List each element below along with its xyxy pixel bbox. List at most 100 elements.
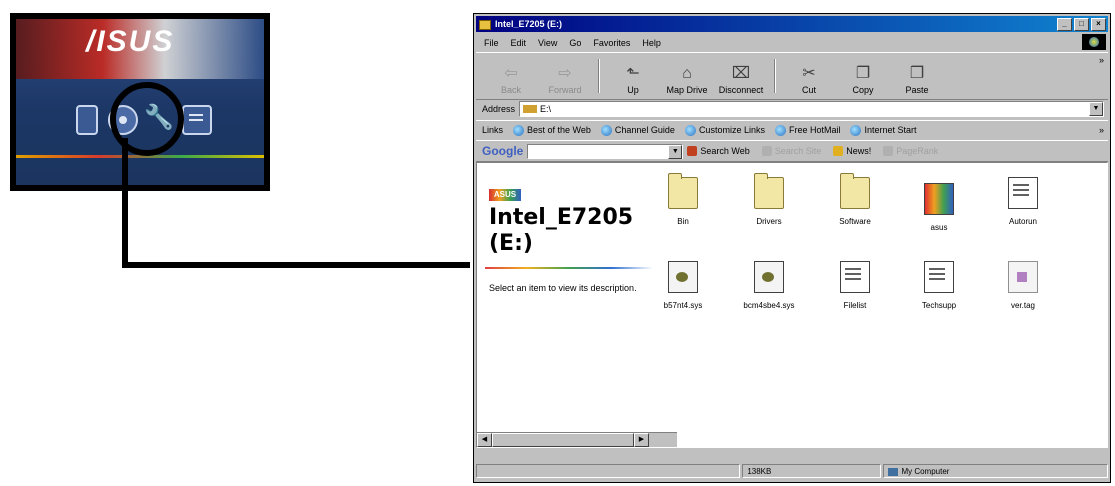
sys-icon bbox=[754, 261, 784, 293]
paste-button[interactable]: ❒ Paste bbox=[890, 53, 944, 99]
horizontal-scrollbar[interactable]: ◀ ▶ bbox=[477, 432, 677, 447]
link-free-hotmail[interactable]: Free HotMail bbox=[774, 124, 841, 136]
pagerank-button[interactable]: PageRank bbox=[883, 146, 938, 156]
title-bar[interactable]: Intel_E7205 (E:) _ □ × bbox=[476, 16, 1108, 32]
ie-page-icon bbox=[600, 124, 612, 136]
address-value: E:\ bbox=[540, 104, 552, 114]
pagerank-icon bbox=[883, 146, 894, 156]
folder-icon bbox=[668, 173, 698, 209]
back-arrow-icon: ⇦ bbox=[504, 65, 518, 82]
menu-favorites[interactable]: Favorites bbox=[593, 38, 630, 48]
title-divider bbox=[485, 267, 653, 269]
links-overflow-icon[interactable]: » bbox=[1099, 125, 1104, 135]
pagerank-label: PageRank bbox=[896, 146, 939, 156]
folder-icon bbox=[840, 173, 870, 209]
file-name: Drivers bbox=[756, 217, 782, 226]
file-item[interactable]: Autorun bbox=[987, 177, 1059, 226]
item-description: Select an item to view its description. bbox=[489, 283, 637, 293]
address-input[interactable]: E:\ ▼ bbox=[519, 101, 1104, 117]
status-bar: 138KB My Computer bbox=[476, 464, 1108, 480]
menu-edit[interactable]: Edit bbox=[511, 38, 527, 48]
drivers-button[interactable] bbox=[76, 105, 98, 135]
file-item[interactable]: Filelist bbox=[819, 261, 891, 310]
google-search-dropdown[interactable]: ▼ bbox=[668, 144, 683, 159]
link-label: Internet Start bbox=[864, 125, 917, 135]
file-name: Autorun bbox=[1008, 217, 1038, 226]
toolbar-button-label: Paste bbox=[905, 85, 929, 95]
toolbar-button-label: Up bbox=[627, 85, 639, 95]
explorer-window: Intel_E7205 (E:) _ □ × File Edit View Go… bbox=[473, 13, 1111, 483]
toolbar-button-label: Copy bbox=[852, 85, 874, 95]
disconnect-icon: ⌧ bbox=[731, 65, 751, 82]
link-best-of-the-web[interactable]: Best of the Web bbox=[513, 124, 591, 136]
copy-button[interactable]: ❐ Copy bbox=[836, 53, 890, 99]
link-customize-links[interactable]: Customize Links bbox=[684, 124, 765, 136]
disconnect-button[interactable]: ⌧ Disconnect bbox=[714, 53, 768, 99]
ie-page-icon bbox=[513, 124, 525, 136]
scroll-right-button[interactable]: ▶ bbox=[634, 433, 649, 447]
file-item[interactable]: Software bbox=[819, 173, 891, 226]
link-label: Channel Guide bbox=[614, 125, 675, 135]
doc-icon bbox=[840, 261, 870, 293]
search-site-button[interactable]: Search Site bbox=[761, 146, 822, 156]
maximize-button[interactable]: □ bbox=[1074, 18, 1089, 31]
link-internet-start[interactable]: Internet Start bbox=[850, 124, 917, 136]
copy-icon: ❐ bbox=[855, 65, 871, 82]
file-name: ver.tag bbox=[1010, 301, 1035, 310]
standard-toolbar: ⇦ Back ⇨ Forward ⬑ Up ⌂ Map Drive ⌧ Disconnect ✂ Cu… bbox=[476, 52, 1108, 100]
file-item[interactable]: asus bbox=[903, 177, 975, 232]
toolbar-overflow-icon[interactable]: » bbox=[1099, 55, 1104, 65]
address-bar: Address E:\ ▼ bbox=[476, 100, 1108, 118]
file-name: Software bbox=[839, 217, 871, 226]
ie-page-icon bbox=[774, 124, 786, 136]
doc-icon bbox=[1008, 177, 1038, 209]
menu-view[interactable]: View bbox=[538, 38, 557, 48]
file-name: asus bbox=[930, 223, 948, 232]
close-button[interactable]: × bbox=[1091, 18, 1106, 31]
search-web-label: Search Web bbox=[700, 146, 750, 156]
menu-help[interactable]: Help bbox=[642, 38, 661, 48]
paste-icon: ❒ bbox=[909, 65, 925, 82]
toolbar-separator bbox=[598, 59, 600, 93]
file-item[interactable]: bcm4sbe4.sys bbox=[733, 261, 805, 310]
info-button[interactable] bbox=[182, 105, 212, 135]
map-drive-button[interactable]: ⌂ Map Drive bbox=[660, 53, 714, 99]
minimize-button[interactable]: _ bbox=[1057, 18, 1072, 31]
address-label: Address bbox=[482, 104, 516, 114]
links-bar: Links Best of the Web Channel Guide Custom… bbox=[476, 120, 1108, 139]
link-label: Free HotMail bbox=[788, 125, 841, 135]
toolbar-button-label: Cut bbox=[801, 85, 816, 95]
ie-page-icon bbox=[850, 124, 862, 136]
address-dropdown-button[interactable]: ▼ bbox=[1089, 102, 1103, 116]
scroll-thumb[interactable] bbox=[492, 433, 634, 447]
scroll-left-button[interactable]: ◀ bbox=[477, 433, 492, 447]
callout-line-horizontal bbox=[122, 262, 470, 268]
google-search-input[interactable]: ▼ bbox=[527, 143, 684, 159]
drive-icon bbox=[479, 19, 491, 30]
cut-button[interactable]: ✂ Cut bbox=[782, 53, 836, 99]
folder-icon bbox=[754, 173, 784, 209]
file-item[interactable]: Bin bbox=[647, 173, 719, 226]
file-item[interactable]: Techsupp bbox=[903, 261, 975, 310]
google-search-icon bbox=[687, 146, 698, 156]
search-web-button[interactable]: Search Web bbox=[687, 146, 750, 156]
file-name: b57nt4.sys bbox=[663, 301, 703, 310]
asus-small-logo: ASUS bbox=[489, 189, 521, 201]
menu-file[interactable]: File bbox=[484, 38, 499, 48]
forward-button[interactable]: ⇨ Forward bbox=[538, 53, 592, 99]
file-item[interactable]: b57nt4.sys bbox=[647, 261, 719, 310]
link-label: Customize Links bbox=[698, 125, 765, 135]
link-channel-guide[interactable]: Channel Guide bbox=[600, 124, 675, 136]
asus-autorun-inset: /ISUS 🔧 bbox=[10, 13, 270, 191]
status-size: 138KB bbox=[742, 464, 882, 478]
file-item[interactable]: ver.tag bbox=[987, 261, 1059, 310]
back-button[interactable]: ⇦ Back bbox=[484, 53, 538, 99]
link-label: Best of the Web bbox=[527, 125, 591, 135]
file-item[interactable]: Drivers bbox=[733, 173, 805, 226]
up-button[interactable]: ⬑ Up bbox=[606, 53, 660, 99]
google-logo[interactable]: Google bbox=[482, 144, 523, 158]
search-site-label: Search Site bbox=[774, 146, 822, 156]
news-button[interactable]: News! bbox=[833, 146, 871, 156]
forward-arrow-icon: ⇨ bbox=[558, 65, 572, 82]
menu-go[interactable]: Go bbox=[569, 38, 581, 48]
